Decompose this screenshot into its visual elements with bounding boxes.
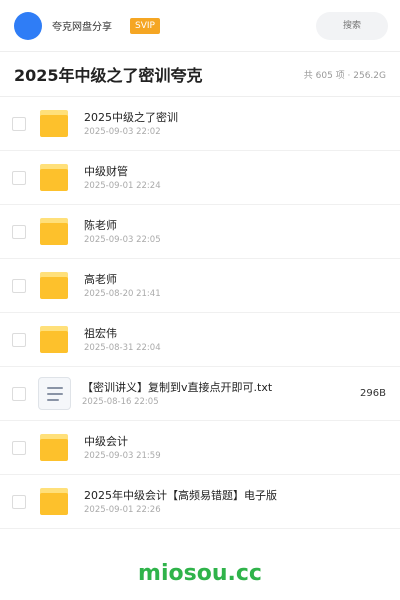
- header: 夸克网盘分享 SVIP: [0, 0, 400, 52]
- list-item[interactable]: 祖宏伟 2025-08-31 22:04: [0, 313, 400, 367]
- avatar[interactable]: [14, 11, 42, 40]
- folder-icon: [40, 325, 70, 354]
- file-date: 2025-09-01 22:24: [84, 180, 161, 191]
- file-name[interactable]: 高老师: [84, 272, 386, 287]
- footer: miosou.cc: [0, 546, 400, 600]
- file-list: 2025中级之了密训 2025-09-03 22:02 中级财管 2025-09…: [0, 97, 400, 529]
- list-item[interactable]: 陈老师 2025-09-03 22:05: [0, 205, 400, 259]
- file-size: 296B: [360, 388, 386, 399]
- folder-icon: [40, 487, 70, 516]
- file-name[interactable]: 2025中级之了密训: [84, 110, 386, 125]
- select-checkbox[interactable]: [12, 278, 26, 293]
- page-title: 2025年中级之了密训夸克: [14, 66, 203, 85]
- file-name[interactable]: 中级财管: [84, 164, 386, 179]
- file-name[interactable]: 祖宏伟: [84, 326, 386, 341]
- file-date: 2025-08-20 21:41: [84, 288, 161, 299]
- title-bar: 2025年中级之了密训夸克 共 605 项 · 256.2G: [0, 52, 400, 97]
- file-name[interactable]: 【密训讲义】复制到v直接点开即可.txt: [82, 380, 352, 395]
- folder-icon: [40, 163, 70, 192]
- file-date: 2025-08-16 22:05: [82, 396, 159, 407]
- folder-icon: [40, 433, 70, 462]
- folder-icon: [40, 217, 70, 246]
- brand-name: 夸克网盘分享: [52, 22, 112, 33]
- select-checkbox[interactable]: [12, 494, 26, 509]
- select-checkbox[interactable]: [12, 170, 26, 185]
- text-file-icon: [38, 377, 71, 410]
- list-item[interactable]: 【密训讲义】复制到v直接点开即可.txt 2025-08-16 22:05 29…: [0, 367, 400, 421]
- item-count-summary: 共 605 项 · 256.2G: [303, 70, 386, 81]
- file-date: 2025-09-01 22:26: [84, 504, 161, 515]
- list-item[interactable]: 中级财管 2025-09-01 22:24: [0, 151, 400, 205]
- select-checkbox[interactable]: [12, 224, 26, 239]
- file-name[interactable]: 2025年中级会计【高频易错题】电子版: [84, 488, 386, 503]
- list-item[interactable]: 中级会计 2025-09-03 21:59: [0, 421, 400, 475]
- svip-badge: SVIP: [130, 17, 160, 34]
- select-checkbox[interactable]: [12, 332, 26, 347]
- select-checkbox[interactable]: [12, 440, 26, 455]
- folder-icon: [40, 109, 70, 138]
- file-date: 2025-09-03 22:02: [84, 126, 161, 137]
- file-name[interactable]: 陈老师: [84, 218, 386, 233]
- search-input[interactable]: [316, 11, 388, 40]
- select-checkbox[interactable]: [12, 116, 26, 131]
- file-date: 2025-08-31 22:04: [84, 342, 161, 353]
- watermark: miosou.cc: [138, 560, 262, 586]
- file-date: 2025-09-03 22:05: [84, 234, 161, 245]
- list-item[interactable]: 2025年中级会计【高频易错题】电子版 2025-09-01 22:26: [0, 475, 400, 529]
- file-date: 2025-09-03 21:59: [84, 450, 161, 461]
- folder-icon: [40, 271, 70, 300]
- file-name[interactable]: 中级会计: [84, 434, 386, 449]
- list-item[interactable]: 高老师 2025-08-20 21:41: [0, 259, 400, 313]
- select-checkbox[interactable]: [12, 386, 26, 401]
- list-item[interactable]: 2025中级之了密训 2025-09-03 22:02: [0, 97, 400, 151]
